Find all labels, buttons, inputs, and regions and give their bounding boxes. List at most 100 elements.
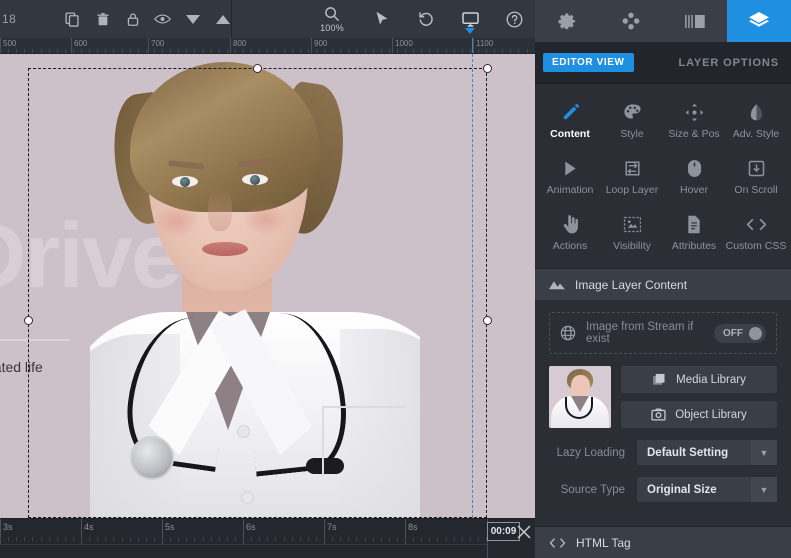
editor-toolbar: 18 100% <box>0 0 535 38</box>
library-buttons: Media Library Object Library <box>621 366 777 428</box>
option-actions[interactable]: Actions <box>539 208 601 258</box>
option-visibility[interactable]: Visibility <box>601 208 663 258</box>
timeline-minor-tick <box>81 537 82 541</box>
media-library-label: Media Library <box>676 373 746 386</box>
tab-layers[interactable] <box>727 0 791 42</box>
ruler-minor-tick <box>121 49 123 53</box>
lock-icon[interactable] <box>124 11 141 28</box>
ruler-minor-tick <box>348 49 350 53</box>
resize-handle-left[interactable] <box>24 316 33 325</box>
media-library-button[interactable]: Media Library <box>621 366 777 393</box>
resize-handle-right[interactable] <box>483 316 492 325</box>
undo-icon[interactable] <box>415 6 437 32</box>
doctor-image-layer[interactable] <box>90 54 420 518</box>
section-image-layer-content[interactable]: Image Layer Content <box>535 268 791 300</box>
option-content[interactable]: Content <box>539 96 601 146</box>
section-title: HTML Tag <box>576 535 631 550</box>
horizontal-ruler[interactable]: 500 600 700 800 900 1000 1100 <box>0 38 535 54</box>
image-layer-content-body: Image from Stream if exist OFF Media Lib… <box>535 300 791 516</box>
lazy-loading-row: Lazy Loading Default Setting ▼ <box>549 440 777 465</box>
duplicate-icon[interactable] <box>64 11 81 28</box>
toggle-knob <box>749 326 762 340</box>
object-library-button[interactable]: Object Library <box>621 401 777 428</box>
ruler-minor-tick <box>145 49 147 53</box>
eye-icon[interactable] <box>154 11 171 28</box>
option-animation[interactable]: Animation <box>539 152 601 202</box>
ruler-minor-tick <box>0 49 1 53</box>
timeline-minor-tick <box>234 537 236 541</box>
option-label: On Scroll <box>734 184 778 196</box>
timeline-minor-tick <box>170 537 172 541</box>
slide-canvas[interactable]: Drive nated life <box>0 54 535 518</box>
tab-slides[interactable] <box>663 0 727 42</box>
timeline-minor-tick <box>56 537 58 541</box>
desktop-icon[interactable] <box>459 6 481 32</box>
help-icon[interactable] <box>503 6 525 32</box>
ruler-minor-tick <box>502 49 504 53</box>
timeline-minor-tick <box>299 537 301 541</box>
option-attributes[interactable]: Attributes <box>663 208 725 258</box>
option-loop-layer[interactable]: Loop Layer <box>601 152 663 202</box>
ruler-minor-tick <box>153 49 155 53</box>
tab-settings[interactable] <box>535 0 599 42</box>
image-from-stream-row[interactable]: Image from Stream if exist OFF <box>549 312 777 354</box>
timeline[interactable]: 3s 4s 5s 6s 7s 8s 00:09 <box>0 518 535 558</box>
option-label: Content <box>550 128 590 140</box>
option-adv-style[interactable]: Adv. Style <box>725 96 787 146</box>
tab-transform[interactable] <box>599 0 663 42</box>
option-style[interactable]: Style <box>601 96 663 146</box>
ruler-minor-tick <box>429 49 431 53</box>
eye-left <box>172 176 198 187</box>
timeline-minor-tick <box>121 537 123 541</box>
ruler-minor-tick <box>275 49 277 53</box>
image-thumbnail[interactable] <box>549 366 611 428</box>
arrow-up-icon[interactable] <box>214 11 231 28</box>
zoom-control[interactable]: 100% <box>315 6 349 33</box>
ruler-minor-tick <box>469 49 471 53</box>
option-hover[interactable]: Hover <box>663 152 725 202</box>
timeline-minor-tick <box>40 537 42 541</box>
timeline-ruler[interactable]: 3s 4s 5s 6s 7s 8s <box>0 519 487 545</box>
ruler-minor-tick <box>332 49 334 53</box>
option-on-scroll[interactable]: On Scroll <box>725 152 787 202</box>
hand-icon <box>562 214 579 234</box>
ruler-minor-tick <box>210 49 212 53</box>
mouse-icon <box>687 158 702 178</box>
resize-handle-top[interactable] <box>253 64 262 73</box>
option-size-pos[interactable]: Size & Pos <box>663 96 725 146</box>
ruler-minor-tick <box>81 49 82 53</box>
stream-toggle[interactable]: OFF <box>714 323 766 343</box>
ruler-minor-tick <box>72 49 74 53</box>
ruler-minor-tick <box>421 49 423 53</box>
eye-right <box>242 174 268 185</box>
ruler-minor-tick <box>356 49 358 53</box>
view-toolbar-right: 100% <box>232 0 535 38</box>
ruler-minor-tick <box>413 49 415 53</box>
ruler-minor-tick <box>170 49 172 53</box>
option-custom-css[interactable]: Custom CSS <box>725 208 787 258</box>
mouth <box>202 242 248 256</box>
timeline-minor-tick <box>364 537 366 541</box>
editor-view-button[interactable]: EDITOR VIEW <box>543 53 634 72</box>
timeline-minor-tick <box>307 537 309 541</box>
arrow-down-icon[interactable] <box>184 11 201 28</box>
lazy-loading-select[interactable]: Default Setting ▼ <box>637 440 777 465</box>
source-type-select[interactable]: Original Size ▼ <box>637 477 777 502</box>
play-icon <box>562 158 579 178</box>
section-html-tag[interactable]: HTML Tag <box>535 526 791 558</box>
timeline-minor-tick <box>105 537 107 541</box>
layer-options-grid: Content Style Size & Pos Adv. Style Anim… <box>535 84 791 268</box>
ruler-label: 700 <box>151 39 165 48</box>
layer-action-icons <box>64 11 231 28</box>
close-icon[interactable] <box>514 522 534 542</box>
resize-handle-top-right[interactable] <box>483 64 492 73</box>
ruler-minor-tick <box>178 49 180 53</box>
trash-icon[interactable] <box>94 11 111 28</box>
ruler-cursor <box>472 38 473 53</box>
timeline-second: 7s <box>327 522 337 532</box>
cursor-icon[interactable] <box>371 6 393 32</box>
timeline-minor-tick <box>178 537 180 541</box>
timeline-minor-tick <box>372 537 374 541</box>
layer-options-tab[interactable]: LAYER OPTIONS <box>678 57 779 69</box>
timeline-minor-tick <box>0 537 1 541</box>
